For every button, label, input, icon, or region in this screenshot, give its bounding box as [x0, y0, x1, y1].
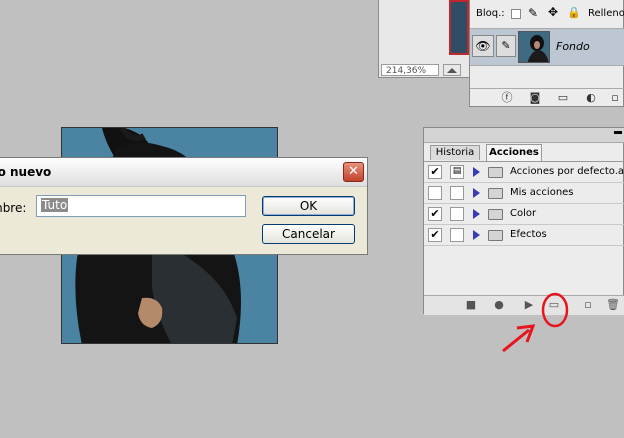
arrow-icon: [502, 328, 530, 353]
layers-panel: Bloq.: ✎ ✥ 🔒 Relleno: 👁 ✎ Fondo ⓕ ◙ ▭ ◐ …: [469, 0, 624, 107]
layer-thumbnail: [518, 31, 550, 63]
new-layer-icon[interactable]: ▫: [608, 91, 622, 105]
action-set-label: Mis acciones: [510, 187, 574, 198]
dialog-toggle-icon[interactable]: [450, 186, 464, 200]
lock-row: Bloq.: ✎ ✥ 🔒 Relleno:: [470, 0, 624, 28]
tab-historia[interactable]: Historia: [430, 145, 480, 160]
actions-panel: Historia Acciones ✔ ▤ Acciones por defec…: [423, 127, 624, 315]
toggle-checkbox[interactable]: ✔: [428, 207, 442, 221]
brush-icon[interactable]: ✎: [496, 35, 516, 57]
delete-icon[interactable]: 🗑: [606, 298, 620, 312]
mask-icon[interactable]: ◙: [528, 91, 542, 105]
toggle-checkbox[interactable]: [428, 186, 442, 200]
lock-paint-icon[interactable]: ✎: [528, 6, 538, 20]
adjustment-icon[interactable]: ◐: [584, 91, 598, 105]
panel-titlebar[interactable]: [424, 128, 624, 143]
action-set-label: Color: [510, 208, 537, 219]
zoom-field[interactable]: 214,36%: [381, 64, 439, 76]
folder-icon: [488, 188, 503, 199]
mountain-small-icon: [447, 68, 457, 73]
fx-icon[interactable]: ⓕ: [500, 91, 514, 105]
navigator-panel: 214,36%: [378, 0, 470, 78]
action-set-label: Efectos: [510, 229, 547, 240]
action-set-row[interactable]: ✔ Color: [424, 204, 624, 225]
layers-footer: ⓕ ◙ ▭ ◐ ▫: [470, 88, 624, 107]
folder-icon: [488, 167, 503, 178]
lock-all-icon[interactable]: 🔒: [567, 6, 581, 19]
folder-icon: [488, 209, 503, 220]
toggle-checkbox[interactable]: ✔: [428, 165, 442, 179]
dialog-toggle-icon[interactable]: [450, 207, 464, 221]
layer-row-fondo[interactable]: 👁 ✎ Fondo: [470, 28, 624, 66]
lock-transparency-icon[interactable]: [511, 9, 521, 19]
expand-triangle-icon[interactable]: [473, 167, 480, 177]
name-input-value: Tuto: [41, 198, 69, 212]
action-set-row[interactable]: ✔ ▤ Acciones por defecto.atn: [424, 162, 624, 183]
lock-label: Bloq.:: [476, 8, 505, 19]
close-icon: ✕: [348, 164, 359, 179]
folder-icon[interactable]: ▭: [556, 91, 570, 105]
dialog-title: po nuevo: [0, 165, 52, 179]
action-set-row[interactable]: ✔ Efectos: [424, 225, 624, 246]
actions-list: ✔ ▤ Acciones por defecto.atn Mis accione…: [424, 161, 624, 246]
layer-name: Fondo: [556, 40, 590, 53]
navigator-thumbnail[interactable]: [449, 0, 469, 55]
folder-icon: [488, 230, 503, 241]
dialog-toggle-icon[interactable]: [450, 228, 464, 242]
dialog-toggle-icon[interactable]: ▤: [450, 165, 464, 179]
lock-move-icon[interactable]: ✥: [548, 5, 558, 19]
new-action-icon[interactable]: ▫: [581, 298, 595, 312]
dialog-titlebar[interactable]: po nuevo ✕: [0, 158, 367, 187]
toggle-checkbox[interactable]: ✔: [428, 228, 442, 242]
fill-label: Relleno:: [588, 8, 624, 19]
zoom-out-button[interactable]: [443, 64, 461, 76]
action-set-row[interactable]: Mis acciones: [424, 183, 624, 204]
minimize-icon[interactable]: [614, 131, 622, 134]
close-button[interactable]: ✕: [343, 162, 364, 182]
expand-triangle-icon[interactable]: [473, 209, 480, 219]
stop-icon[interactable]: ■: [464, 298, 478, 312]
expand-triangle-icon[interactable]: [473, 230, 480, 240]
eye-icon[interactable]: 👁: [472, 35, 494, 57]
new-group-dialog: po nuevo ✕ mbre: Tuto OK Cancelar: [0, 157, 368, 255]
tab-acciones[interactable]: Acciones: [486, 144, 542, 161]
name-input[interactable]: Tuto: [36, 195, 246, 217]
expand-triangle-icon[interactable]: [473, 188, 480, 198]
highlight-circle-icon: [541, 292, 569, 328]
ok-button[interactable]: OK: [262, 196, 355, 216]
action-set-label: Acciones por defecto.atn: [510, 166, 624, 177]
cancel-button[interactable]: Cancelar: [262, 224, 355, 244]
annotation-marker: [502, 292, 569, 353]
name-label: mbre:: [0, 201, 27, 215]
